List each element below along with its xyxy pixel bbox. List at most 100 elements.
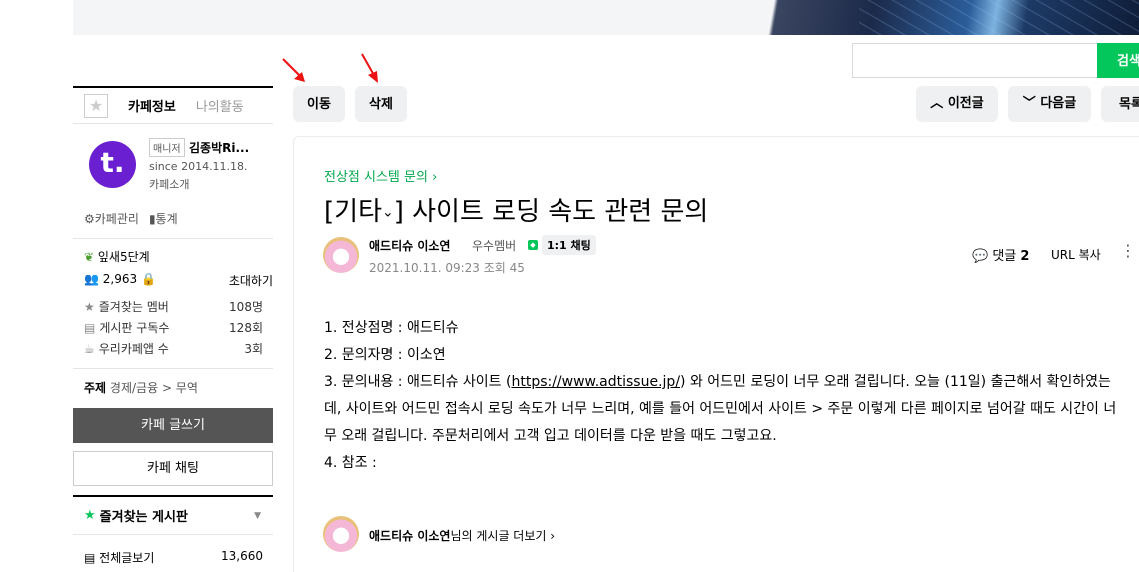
topic-value[interactable]: 경제/금융 > 무역	[110, 381, 198, 395]
people-icon: 👥	[84, 272, 99, 286]
level-label: 잎새5단계	[97, 250, 150, 264]
cafe-banner	[73, 0, 1139, 35]
comment-icon: 💬	[972, 249, 989, 264]
title-main: ] 사이트 로딩 속도 관련 문의	[393, 197, 709, 227]
stat-row: ★ 즐겨찾는 멤버 108명	[84, 298, 263, 315]
cafe-profile: t. 매니저 김종박Ri... since 2014.11.18. 카페소개	[89, 138, 273, 198]
since-date: since 2014.11.18.	[149, 160, 248, 173]
bar-chart-icon: ▮	[148, 212, 156, 226]
chevron-right-icon: ›	[432, 170, 438, 185]
red-arrow-annotation	[361, 53, 378, 83]
one-on-one-chat-button[interactable]: 1:1 채팅	[542, 235, 596, 255]
next-label: 다음글	[1040, 96, 1077, 111]
star-icon: ★	[84, 508, 96, 523]
sidebar: ★ 카페정보 나의활동 t. 매니저 김종박Ri... since 2014.1…	[73, 86, 273, 565]
stats-link[interactable]: ▮통계	[149, 210, 178, 227]
leaf-icon: ❦	[84, 250, 95, 264]
view-count: 조회 45	[483, 261, 525, 275]
stat-row: ☕ 우리카페앱 수 3회	[84, 340, 263, 357]
footer-author-avatar[interactable]	[323, 516, 359, 552]
divider	[73, 238, 273, 239]
prev-post-button[interactable]: ︿ 이전글	[916, 86, 998, 122]
favorite-boards-header[interactable]: ★ 즐겨찾는 게시판 ▼	[73, 495, 273, 535]
stat-value: 3회	[244, 342, 263, 356]
search-input[interactable]	[852, 43, 1098, 78]
rss-icon: ▤	[84, 321, 96, 335]
title-prefix: [기타	[324, 197, 382, 227]
chevron-right-icon: ›	[550, 529, 556, 543]
star-icon[interactable]: ★	[84, 93, 108, 118]
cafe-chat-button[interactable]: 카페 채팅	[73, 451, 273, 486]
member-grade: 우수멤버	[472, 239, 517, 253]
comments-link[interactable]: 💬 댓글 2	[972, 245, 1029, 264]
grade-badge-icon: ◆	[528, 240, 538, 250]
delete-button[interactable]: 삭제	[355, 86, 407, 122]
tab-my-activity[interactable]: 나의활동	[196, 96, 244, 115]
member-row: 👥 2,963 🔒 초대하기	[84, 272, 273, 289]
post-title: [기타⌄] 사이트 로딩 속도 관련 문의	[324, 191, 708, 228]
stat-value: 108명	[229, 300, 263, 314]
all-posts-count: 13,660	[221, 549, 263, 563]
cafe-logo[interactable]: t.	[89, 141, 136, 188]
lock-icon: 🔒	[140, 272, 156, 286]
url-copy-button[interactable]: URL 복사	[1051, 246, 1101, 263]
move-button[interactable]: 이동	[293, 86, 345, 122]
more-posts-link[interactable]: 애드티슈 이소연님의 게시글 더보기 ›	[369, 527, 555, 544]
cup-icon: ☕	[84, 342, 95, 356]
author-avatar[interactable]	[323, 237, 359, 273]
cafe-write-button[interactable]: 카페 글쓰기	[73, 408, 273, 443]
invite-link[interactable]: 초대하기	[229, 272, 273, 289]
stat-label: 즐겨찾는 멤버	[98, 300, 169, 314]
stat-label: 우리카페앱 수	[98, 342, 169, 356]
body-line: 3. 문의내용 : 애드티슈 사이트 (https://www.adtissue…	[324, 369, 1124, 450]
chevron-up-icon: ︿	[930, 96, 944, 111]
manager-tag: 매니저	[149, 138, 185, 157]
next-post-button[interactable]: ﹀ 다음글	[1008, 86, 1091, 122]
comments-count: 2	[1020, 249, 1030, 264]
comments-label: 댓글	[992, 249, 1017, 264]
topic-label: 주제	[84, 381, 107, 395]
list-button[interactable]: 목록	[1101, 86, 1139, 122]
body-text: 3. 문의내용 : 애드티슈 사이트 (	[324, 374, 512, 390]
cafe-admin-label: 카페관리	[94, 212, 139, 226]
article-container: 전상점 시스템 문의 › [기타⌄] 사이트 로딩 속도 관련 문의 애드티슈 …	[293, 136, 1139, 572]
star-icon: ★	[84, 300, 95, 314]
cafe-level[interactable]: ❦ 잎새5단계	[84, 248, 150, 265]
all-posts-link[interactable]: ▤ 전체글보기 13,660	[84, 549, 263, 566]
banner-graphic	[759, 0, 1139, 35]
prev-label: 이전글	[947, 96, 984, 111]
post-date: 2021.10.11. 09:23	[369, 261, 480, 275]
more-options-icon[interactable]: ⋮	[1120, 241, 1136, 260]
stat-label: 게시판 구독수	[99, 321, 170, 335]
cafe-topic: 주제 경제/금융 > 무역	[84, 379, 198, 396]
body-line: 2. 문의자명 : 이소연	[324, 347, 446, 363]
red-arrow-annotation	[282, 58, 305, 82]
site-link[interactable]: https://www.adtissue.jp/	[511, 374, 680, 390]
admin-row: ⚙카페관리 ▮통계	[84, 210, 178, 227]
search-button[interactable]: 검색	[1097, 43, 1139, 78]
manager-name[interactable]: 김종박Ri...	[189, 139, 249, 156]
post-body: 1. 전상점명 : 애드티슈 2. 문의자명 : 이소연 3. 문의내용 : 애…	[324, 315, 1124, 477]
body-line: 1. 전상점명 : 애드티슈	[324, 320, 459, 336]
sidebar-tabs: ★ 카페정보 나의활동	[73, 86, 273, 124]
cafe-intro-link[interactable]: 카페소개	[149, 176, 189, 192]
divider	[73, 368, 273, 369]
cafe-admin-link[interactable]: ⚙카페관리	[84, 210, 139, 227]
document-icon: ▤	[84, 551, 96, 565]
member-count: 2,963	[102, 272, 138, 286]
stat-row: ▤ 게시판 구독수 128회	[84, 319, 263, 336]
caret-down-icon[interactable]: ▼	[254, 511, 261, 521]
all-posts-label: 전체글보기	[99, 551, 155, 565]
footer-author-name: 애드티슈 이소연	[369, 529, 451, 543]
favorite-boards-label: 즐겨찾는 게시판	[99, 510, 188, 525]
body-line: 4. 참조 :	[324, 455, 377, 471]
stat-value: 128회	[229, 321, 263, 335]
chevron-down-icon[interactable]: ⌄	[382, 205, 394, 221]
author-name[interactable]: 애드티슈 이소연	[369, 237, 450, 254]
footer-suffix: 님의 게시글 더보기	[450, 529, 547, 543]
gear-icon: ⚙	[84, 212, 95, 226]
tab-cafe-info[interactable]: 카페정보	[128, 96, 176, 115]
chevron-down-icon: ﹀	[1022, 96, 1036, 111]
board-breadcrumb[interactable]: 전상점 시스템 문의 ›	[324, 166, 437, 185]
stats-label: 통계	[155, 212, 178, 226]
